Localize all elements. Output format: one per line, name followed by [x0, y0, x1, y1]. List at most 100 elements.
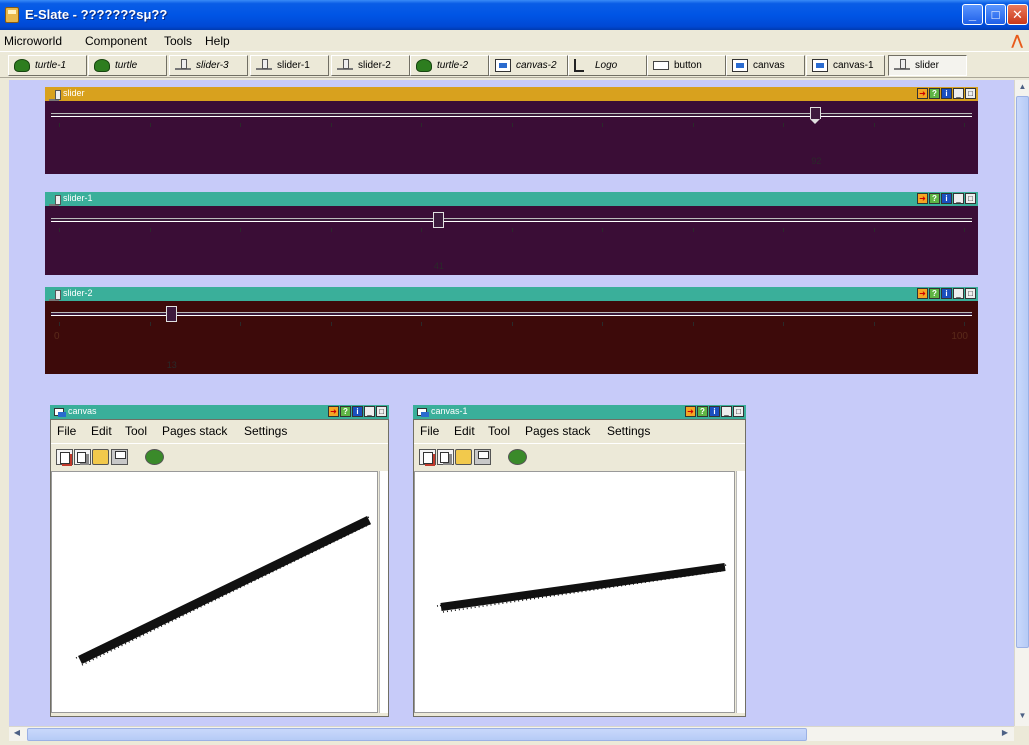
frame-controls: ➜? i _ □	[916, 193, 976, 205]
canvas-1-menu-tool[interactable]: Tool	[488, 424, 510, 438]
minimize-window-button[interactable]: _	[962, 4, 983, 25]
component-tab[interactable]: turtle-1	[8, 55, 87, 76]
maximize-frame-button[interactable]: □	[733, 406, 744, 417]
open-folder-icon[interactable]	[455, 449, 472, 465]
menu-component[interactable]: Component	[85, 34, 147, 48]
canvas-1-menu-file[interactable]: File	[420, 424, 439, 438]
canvas-1-frame-header[interactable]: canvas-1 ➜? i _ □	[413, 405, 746, 419]
desktop-vertical-scrollbar[interactable]: ▲ ▼	[1014, 80, 1029, 726]
scroll-left-arrow-icon[interactable]: ◀	[11, 728, 23, 737]
menu-tools[interactable]: Tools	[164, 34, 192, 48]
maximize-frame-button[interactable]: □	[965, 288, 976, 299]
canvas-menu-edit[interactable]: Edit	[91, 424, 112, 438]
component-tab[interactable]: slider	[888, 55, 967, 76]
component-tab[interactable]: Logo	[568, 55, 647, 76]
minimize-frame-button[interactable]: _	[953, 288, 964, 299]
plug-button[interactable]: ➜	[917, 88, 928, 99]
open-folder-icon[interactable]	[92, 449, 109, 465]
window-title-bar[interactable]: E-Slate - ???????sμ?? _ □ ✕	[0, 0, 1029, 30]
slider-track[interactable]	[51, 218, 972, 222]
canvas-menu-pages-stack[interactable]: Pages stack	[162, 424, 227, 438]
minimize-frame-button[interactable]: _	[721, 406, 732, 417]
slider-2-body[interactable]: 13 0 100	[45, 301, 978, 374]
plug-button[interactable]: ➜	[685, 406, 696, 417]
canvas-1-vertical-scrollbar[interactable]	[736, 471, 745, 713]
scroll-down-arrow-icon[interactable]: ▼	[1017, 711, 1028, 723]
help-button[interactable]: ?	[697, 406, 708, 417]
scroll-up-arrow-icon[interactable]: ▲	[1017, 82, 1028, 94]
canvas-1-menu-edit[interactable]: Edit	[454, 424, 475, 438]
canvas-drawing-area[interactable]	[51, 471, 378, 713]
plug-button[interactable]: ➜	[917, 288, 928, 299]
canvas-1-frame[interactable]: canvas-1 ➜? i _ □ File Edit Tool Pages stac…	[413, 405, 746, 717]
close-window-button[interactable]: ✕	[1007, 4, 1028, 25]
component-tab[interactable]: turtle	[88, 55, 167, 76]
slider-thumb[interactable]	[165, 306, 177, 322]
slider-frame-header[interactable]: slider ➜? i _ □	[45, 87, 978, 101]
canvas-1-menu-settings[interactable]: Settings	[607, 424, 650, 438]
help-button[interactable]: ?	[340, 406, 351, 417]
slider-tick	[873, 322, 875, 326]
info-button[interactable]: i	[941, 288, 952, 299]
component-tab[interactable]: turtle-2	[410, 55, 489, 76]
info-button[interactable]: i	[709, 406, 720, 417]
new-page-icon[interactable]	[419, 449, 436, 465]
info-button[interactable]: i	[352, 406, 363, 417]
component-tab[interactable]: canvas-1	[806, 55, 885, 76]
maximize-frame-button[interactable]: □	[965, 193, 976, 204]
menu-microworld[interactable]: Microworld	[4, 34, 62, 48]
component-tab[interactable]: slider-3	[169, 55, 248, 76]
slider-track[interactable]	[51, 113, 972, 117]
plug-button[interactable]: ➜	[917, 193, 928, 204]
maximize-frame-button[interactable]: □	[376, 406, 387, 417]
canvas-frame-header[interactable]: canvas ➜? i _ □	[50, 405, 389, 419]
canvas-menu-settings[interactable]: Settings	[244, 424, 287, 438]
minimize-frame-button[interactable]: _	[953, 88, 964, 99]
new-page-icon[interactable]	[56, 449, 73, 465]
slider-2-frame[interactable]: slider-2 ➜? i _ □ 13 0 100	[45, 287, 978, 374]
component-tab[interactable]: button	[647, 55, 726, 76]
copy-page-icon[interactable]	[74, 449, 91, 465]
maximize-frame-button[interactable]: □	[965, 88, 976, 99]
turtle-icon[interactable]	[508, 449, 527, 465]
canvas-1-menu-pages-stack[interactable]: Pages stack	[525, 424, 590, 438]
slider-1-body[interactable]: 41	[45, 206, 978, 275]
canvas-menu-tool[interactable]: Tool	[125, 424, 147, 438]
help-button[interactable]: ?	[929, 88, 940, 99]
info-button[interactable]: i	[941, 88, 952, 99]
canvas-vertical-scrollbar[interactable]	[379, 471, 388, 713]
component-tab[interactable]: slider-1	[250, 55, 329, 76]
canvas-1-drawing-area[interactable]	[414, 471, 735, 713]
scroll-right-arrow-icon[interactable]: ▶	[999, 728, 1011, 737]
component-tab[interactable]: canvas	[726, 55, 805, 76]
canvas-frame[interactable]: canvas ➜? i _ □ File Edit Tool Pages stack …	[50, 405, 389, 717]
slider-thumb[interactable]	[432, 212, 444, 228]
slider-1-frame-header[interactable]: slider-1 ➜? i _ □	[45, 192, 978, 206]
slider-frame[interactable]: slider ➜? i _ □ 92	[45, 87, 978, 174]
help-button[interactable]: ?	[929, 288, 940, 299]
plug-button[interactable]: ➜	[328, 406, 339, 417]
print-icon[interactable]	[474, 449, 491, 465]
menu-help[interactable]: Help	[205, 34, 230, 48]
slider-1-frame[interactable]: slider-1 ➜? i _ □ 41	[45, 192, 978, 275]
slider-2-frame-header[interactable]: slider-2 ➜? i _ □	[45, 287, 978, 301]
copy-page-icon[interactable]	[437, 449, 454, 465]
info-button[interactable]: i	[941, 193, 952, 204]
microworld-desktop[interactable]: slider ➜? i _ □ 92 slider-1 ➜? i _ □ 41 slider…	[9, 80, 1014, 726]
maximize-window-button[interactable]: □	[985, 4, 1006, 25]
desktop-horizontal-scrollbar[interactable]: ◀ ▶	[9, 726, 1014, 741]
minimize-frame-button[interactable]: _	[364, 406, 375, 417]
component-tab[interactable]: slider-2	[331, 55, 410, 76]
print-icon[interactable]	[111, 449, 128, 465]
slider-body[interactable]: 92	[45, 101, 978, 174]
vertical-scroll-thumb[interactable]	[1016, 96, 1029, 648]
slider-tick	[511, 228, 513, 232]
minimize-frame-button[interactable]: _	[953, 193, 964, 204]
slider-thumb[interactable]	[810, 107, 822, 124]
turtle-icon[interactable]	[145, 449, 164, 465]
help-button[interactable]: ?	[929, 193, 940, 204]
canvas-menu-file[interactable]: File	[57, 424, 76, 438]
component-tab[interactable]: canvas-2	[489, 55, 568, 76]
slider-track[interactable]	[51, 312, 972, 316]
horizontal-scroll-thumb[interactable]	[27, 728, 807, 741]
